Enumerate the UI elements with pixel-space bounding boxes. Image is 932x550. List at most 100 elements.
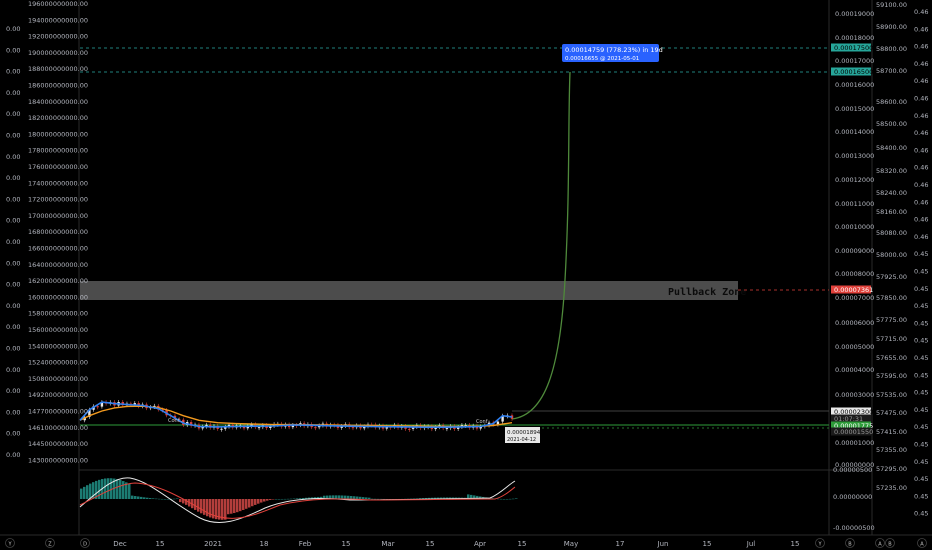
left-scale-label: 180000000000.00	[28, 130, 88, 138]
far-right-secondary-label: 0.46	[914, 95, 928, 103]
right-scale-label: 0.00015000	[835, 105, 874, 113]
far-right-secondary-scale[interactable]: 0.46 0.46 0.46 0.46 0.46 0.46 0.46 0.46 0.46 0.46…	[914, 8, 928, 518]
macd-bar	[503, 498, 506, 500]
right-scale-label: 0.00006000	[835, 319, 874, 327]
left-price-scale[interactable]: 196000000000.00 194000000000.00 1920000000…	[28, 0, 88, 464]
right-scale-label: 0.00016000	[835, 81, 874, 89]
chart-canvas[interactable]: Pullback Zone Conf... Conf 0.00014759 (7…	[0, 0, 932, 550]
macd-bar	[149, 498, 152, 499]
far-right-label: 58080.00	[876, 229, 907, 237]
left-aux-label: 0.00	[6, 153, 20, 161]
left-aux-label: 0.00	[6, 217, 20, 225]
macd-bar	[497, 498, 500, 500]
toolbar-icon[interactable]: A	[875, 538, 885, 548]
price-label-box[interactable]: 0.00001894 2021-04-12	[505, 427, 541, 443]
macd-bar	[230, 499, 233, 514]
left-aux-label: 0.00	[6, 387, 20, 395]
far-right-secondary-label: 0.46	[914, 8, 928, 16]
macd-scale-label: 0.00000000	[833, 493, 872, 501]
left-scale-label: 168000000000.00	[28, 228, 88, 236]
right-scale-label: 0.00005000	[835, 343, 874, 351]
far-right-label: 58600.00	[876, 98, 907, 106]
ema-slow-line[interactable]	[79, 405, 513, 428]
toolbar-icon[interactable]: B	[885, 538, 895, 548]
far-right-secondary-label: 0.45	[914, 354, 928, 362]
left-scale-label: 196000000000.00	[28, 0, 88, 8]
left-scale-label: 154000000000.00	[28, 342, 88, 350]
macd-bar	[86, 485, 89, 499]
macd-bar	[248, 499, 251, 508]
macd-bar	[128, 483, 131, 499]
macd-bar	[158, 498, 161, 500]
svg-text:0.00007361: 0.00007361	[834, 286, 873, 294]
time-axis-label: 15	[342, 540, 351, 548]
left-aux-label: 0.00	[6, 323, 20, 331]
left-scale-label: 150800000000.00	[28, 375, 88, 383]
right-scale-label: 0.00001000	[835, 439, 874, 447]
projection-info-box[interactable]: 0.00014759 (778.23%) in 19d 0.00016655 @…	[562, 44, 663, 62]
left-scale-label: 143000000000.00	[28, 456, 88, 464]
macd-bar	[152, 498, 155, 499]
macd-bar	[296, 498, 299, 499]
macd-bar	[269, 499, 272, 500]
right-scale-label: 0.00011000	[835, 200, 874, 208]
toolbar-icon[interactable]: A	[917, 538, 927, 548]
right-scale-label: 0.00014000	[835, 128, 874, 136]
right-scale-label: 0.00004000	[835, 366, 874, 374]
left-aux-label: 0.00	[6, 408, 20, 416]
macd-bar	[266, 499, 269, 501]
macd-bar	[155, 498, 158, 500]
far-right-label: 57475.00	[876, 409, 907, 417]
time-axis[interactable]: Dec 15 2021 18 Feb 15 Mar 15 Apr 15 May 17 Jun 15 Jul 1…	[113, 540, 799, 548]
macd-bar	[260, 499, 263, 503]
far-right-secondary-label: 0.45	[914, 371, 928, 379]
projection-curve[interactable]	[511, 71, 571, 420]
left-aux-scale: 0.00 0.00 0.00 0.00 0.00 0.00 0.00 0.00 0.00 0.00…	[6, 25, 20, 459]
far-right-secondary-label: 0.45	[914, 302, 928, 310]
signal-line[interactable]	[79, 482, 516, 519]
macd-bar	[251, 499, 254, 507]
macd-bar	[140, 496, 143, 499]
macd-bar	[146, 497, 149, 499]
macd-bar	[206, 499, 209, 517]
macd-bar	[287, 498, 290, 500]
macd-bar	[515, 498, 518, 499]
time-axis-label: 18	[260, 540, 269, 548]
far-right-scale[interactable]: 59100.00 58900.00 58800.00 58700.00 58600.00…	[876, 1, 907, 492]
right-price-scale[interactable]: 0.00019000 0.00018000 0.00017000 0.00016000…	[835, 10, 874, 469]
far-right-label: 57295.00	[876, 465, 907, 473]
macd-bar	[137, 496, 140, 499]
toolbar-icon[interactable]: B	[845, 538, 855, 548]
far-right-label: 57235.00	[876, 484, 907, 492]
macd-bar	[512, 498, 515, 500]
left-scale-label: 188000000000.00	[28, 65, 88, 73]
svg-text:Y: Y	[817, 542, 822, 548]
left-scale-label: 146100000000.00	[28, 424, 88, 432]
macd-bar	[281, 498, 284, 500]
macd-bar	[365, 497, 368, 499]
pullback-zone[interactable]	[80, 281, 738, 300]
left-scale-label: 178000000000.00	[28, 147, 88, 155]
left-aux-label: 0.00	[6, 451, 20, 459]
right-scale-label: 0.00012000	[835, 176, 874, 184]
left-aux-label: 0.00	[6, 281, 20, 289]
left-scale-label: 184000000000.00	[28, 98, 88, 106]
macd-bar	[197, 499, 200, 512]
left-aux-label: 0.00	[6, 302, 20, 310]
macd-bar	[116, 479, 119, 499]
left-aux-label: 0.00	[6, 345, 20, 353]
toolbar-icon[interactable]: Z	[45, 538, 55, 548]
time-axis-label: Jul	[746, 540, 756, 548]
macd-scale-label: 0.00000500	[833, 466, 872, 474]
toolbar-icon[interactable]: D	[80, 538, 90, 548]
toolbar-icon[interactable]: Y	[5, 538, 15, 548]
macd-bar	[167, 498, 170, 500]
macd-bar	[233, 499, 236, 514]
macd-scale[interactable]: 0.00000500 0.00000000 -0.00000500	[833, 466, 875, 532]
bottom-toolbar-icons[interactable]: YZDYBABA	[5, 538, 927, 548]
candle-body	[220, 428, 223, 430]
macd-bar	[356, 496, 359, 499]
ema-fast-line[interactable]	[79, 401, 513, 428]
toolbar-icon[interactable]: Y	[815, 538, 825, 548]
far-right-secondary-label: 0.46	[914, 146, 928, 154]
